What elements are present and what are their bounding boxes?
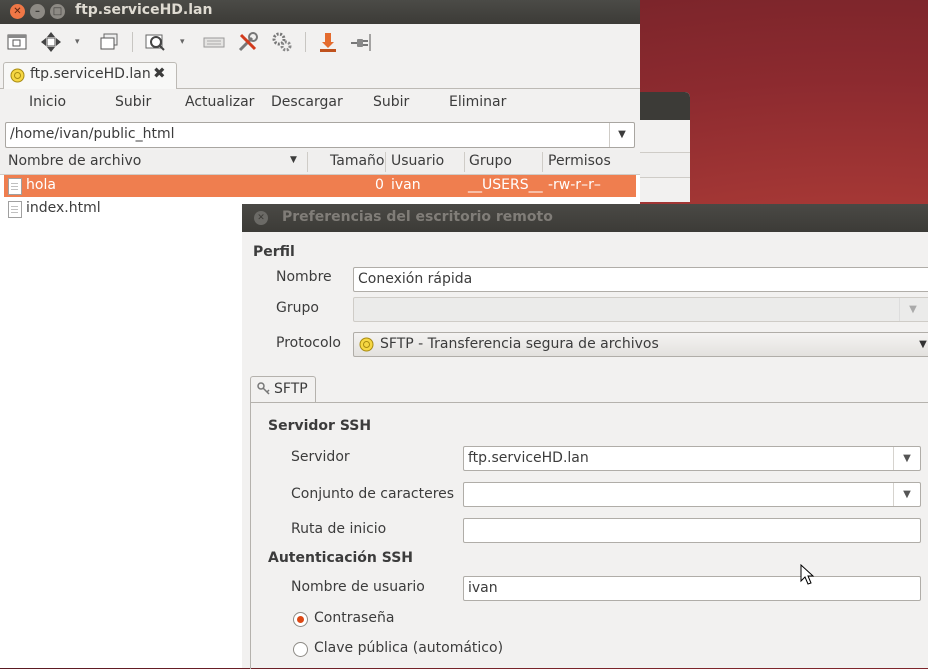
sftp-protocol-icon [359,337,374,352]
startpath-field[interactable] [463,518,921,543]
file-icon [8,201,22,218]
password-radio[interactable] [293,612,308,627]
chevron-down-icon[interactable]: ▼ [609,123,634,147]
tab-close-icon[interactable]: ✖ [153,64,166,82]
protocol-label: Protocolo [276,335,341,351]
profile-section-heading: Perfil [253,244,295,260]
path-value: /home/ivan/public_html [10,126,175,142]
username-label: Nombre de usuario [291,579,425,595]
download-button[interactable]: Descargar [271,94,343,110]
name-field[interactable]: Conexión rápida [353,267,928,292]
col-perms[interactable]: Permisos [548,153,611,169]
toolbar-separator [305,32,306,52]
tab-label: ftp.serviceHD.lan [30,66,151,82]
chevron-down-icon[interactable]: ▼ [910,333,928,356]
username-value: ivan [468,580,498,596]
tab-bar: ftp.serviceHD.lan ✖ [0,60,640,89]
file-icon [8,178,22,195]
pubkey-radio[interactable] [293,642,308,657]
chevron-down-icon[interactable]: ▼ [893,447,920,470]
mouse-cursor-icon [800,564,815,585]
chevron-down-icon[interactable]: ▼ [893,483,920,506]
new-window-icon[interactable] [6,31,28,53]
protocol-value: SFTP - Transferencia segura de archivos [380,336,659,352]
charset-combo[interactable]: ▼ [463,482,921,507]
up-button[interactable]: Subir [115,94,151,110]
toolbar: ▾ ▾ [0,24,640,60]
username-field[interactable]: ivan [463,576,921,601]
background-window-titlebar [636,92,690,120]
upload-button[interactable]: Subir [373,94,409,110]
switch-tab-icon[interactable] [98,31,120,53]
startpath-label: Ruta de inicio [291,521,387,537]
file-name: index.html [26,200,101,216]
sort-arrow-icon: ▼ [290,155,297,165]
server-combo[interactable]: ftp.serviceHD.lan ▼ [463,446,921,471]
file-name: hola [26,177,56,193]
column-separator [385,152,386,172]
column-header: Nombre de archivo ▼ Tamaño Usuario Grupo… [0,150,640,175]
chevron-down-icon[interactable]: ▾ [75,37,80,47]
name-value: Conexión rápida [358,271,473,287]
tools-icon[interactable] [237,31,259,53]
background-window-header [636,152,690,178]
close-icon[interactable]: ✕ [254,211,268,225]
refresh-button[interactable]: Actualizar [185,94,254,110]
window-title: ftp.serviceHD.lan [75,2,213,18]
preferences-dialog: ✕ Preferencias del escritorio remoto Per… [242,204,928,669]
home-button[interactable]: Inicio [29,94,66,110]
file-group: __USERS__ [468,177,543,193]
server-label: Servidor [291,449,350,465]
disconnect-plug-icon[interactable] [349,31,371,53]
password-radio-label[interactable]: Contraseña [314,610,394,626]
minimize-to-tray-icon[interactable] [317,31,339,53]
fullscreen-icon[interactable] [40,31,62,53]
col-size[interactable]: Tamaño [330,153,384,169]
name-label: Nombre [276,269,332,285]
tab-sftp-label: SFTP [274,381,308,397]
tab-ftp-servicehd[interactable]: ftp.serviceHD.lan ✖ [3,62,177,89]
col-group[interactable]: Grupo [469,153,512,169]
charset-label: Conjunto de caracteres [291,486,455,502]
chevron-down-icon[interactable]: ▾ [180,37,185,47]
chevron-down-icon[interactable]: ▼ [899,298,926,321]
ssh-server-heading: Servidor SSH [268,418,372,434]
group-label: Grupo [276,300,319,316]
group-combo[interactable]: ▼ [353,297,928,322]
delete-button[interactable]: Eliminar [449,94,506,110]
preferences-gear-icon[interactable] [271,31,293,53]
ftp-titlebar: ✕ – □ ftp.serviceHD.lan [0,0,640,24]
action-bar: Inicio Subir Actualizar Descargar Subir … [0,89,640,119]
path-combo[interactable]: /home/ivan/public_html ▼ [5,122,635,148]
close-icon[interactable]: ✕ [10,4,25,19]
protocol-combo[interactable]: SFTP - Transferencia segura de archivos … [353,332,928,357]
tab-sftp[interactable]: SFTP [250,376,316,403]
dialog-title: Preferencias del escritorio remoto [282,209,553,225]
maximize-icon[interactable]: □ [50,4,65,19]
col-name[interactable]: Nombre de archivo [8,153,141,169]
scale-icon[interactable] [144,31,166,53]
file-size: 0 [375,177,384,193]
column-separator [542,152,543,172]
minimize-icon[interactable]: – [30,4,45,19]
ssh-auth-heading: Autenticación SSH [268,550,414,566]
sftp-protocol-icon [10,68,25,83]
toolbar-separator [132,32,133,52]
col-user[interactable]: Usuario [391,153,444,169]
key-icon [257,382,270,395]
file-row-hola[interactable]: hola 0 ivan __USERS__ -rw-r–r– [4,175,636,197]
server-value: ftp.serviceHD.lan [468,450,589,466]
column-separator [464,152,465,172]
column-separator [307,152,308,172]
pubkey-radio-label[interactable]: Clave pública (automático) [314,640,503,656]
background-window [636,92,690,202]
dialog-titlebar: ✕ Preferencias del escritorio remoto [242,204,928,232]
file-user: ivan [391,177,421,193]
file-perms: -rw-r–r– [548,177,601,193]
keyboard-icon[interactable] [203,31,225,53]
